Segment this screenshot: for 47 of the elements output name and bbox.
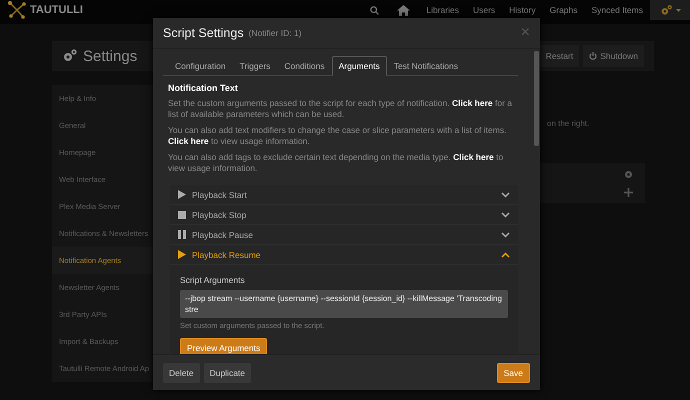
notifier-id: (Notifier ID: 1)	[248, 28, 302, 38]
description-paragraph: You can also add text modifiers to change the case or slice parameters with a list of items. Click here to view usage information.	[168, 125, 508, 147]
nav-link[interactable]: Users	[466, 5, 502, 15]
logo-icon	[8, 1, 26, 19]
tab[interactable]: Triggers	[232, 56, 278, 76]
section-heading: Notification Text	[168, 83, 239, 93]
gears-icon	[62, 48, 78, 64]
chevron-icon	[501, 212, 510, 218]
page-title: Settings	[83, 48, 138, 64]
click-here-link[interactable]: Click here	[168, 136, 209, 146]
gears-icon	[660, 4, 672, 16]
field-label: Script Arguments	[180, 275, 246, 285]
stop-icon	[178, 210, 186, 218]
click-here-link[interactable]: Click here	[453, 152, 494, 162]
home-icon[interactable]	[397, 4, 410, 16]
footer-button[interactable]: Delete	[163, 362, 200, 382]
settings-menu-button[interactable]	[650, 0, 690, 20]
tab[interactable]: Arguments	[332, 56, 387, 76]
preview-arguments-button[interactable]: Preview Arguments	[180, 338, 268, 354]
nav-link[interactable]: Synced Items	[584, 5, 650, 15]
save-button[interactable]: Save	[496, 362, 530, 382]
hint-text: on the right.	[547, 119, 590, 128]
tab[interactable]: Conditions	[277, 56, 332, 76]
script-arguments-field[interactable]: --jbop stream --username {username} --sessionId {session_id} --killMessage 'Transcoding stre	[180, 290, 508, 318]
footer-button[interactable]: Duplicate	[204, 362, 252, 382]
nav-link[interactable]: History	[502, 5, 543, 15]
nav-link[interactable]: Graphs	[542, 5, 584, 15]
tab[interactable]: Configuration	[168, 56, 233, 76]
dialog-title: Script Settings	[163, 26, 244, 40]
play-icon	[178, 190, 186, 199]
chevron-icon	[501, 192, 510, 198]
description-paragraph: Set the custom arguments passed to the script for each type of notification. Click here for a list of available parameters which can be used.	[168, 98, 514, 120]
chevron-icon	[501, 252, 510, 258]
scrollbar[interactable]	[534, 51, 539, 146]
power-icon	[589, 52, 598, 60]
chevron-icon	[501, 232, 510, 238]
click-here-link[interactable]: Click here	[452, 98, 493, 108]
nav-link[interactable]: Libraries	[419, 5, 466, 15]
search-icon[interactable]	[370, 6, 380, 14]
tab[interactable]: Test Notifications	[386, 56, 465, 76]
play-icon	[178, 250, 186, 259]
brand-name: TAUTULLI	[30, 4, 83, 16]
pause-icon	[178, 230, 186, 239]
description-paragraph: You can also add tags to exclude certain text depending on the media type. Click here to view usage information.	[168, 152, 504, 174]
plus-icon[interactable]	[624, 188, 633, 197]
caret-icon	[676, 8, 680, 12]
shutdown-button[interactable]: Shutdown	[583, 45, 644, 67]
